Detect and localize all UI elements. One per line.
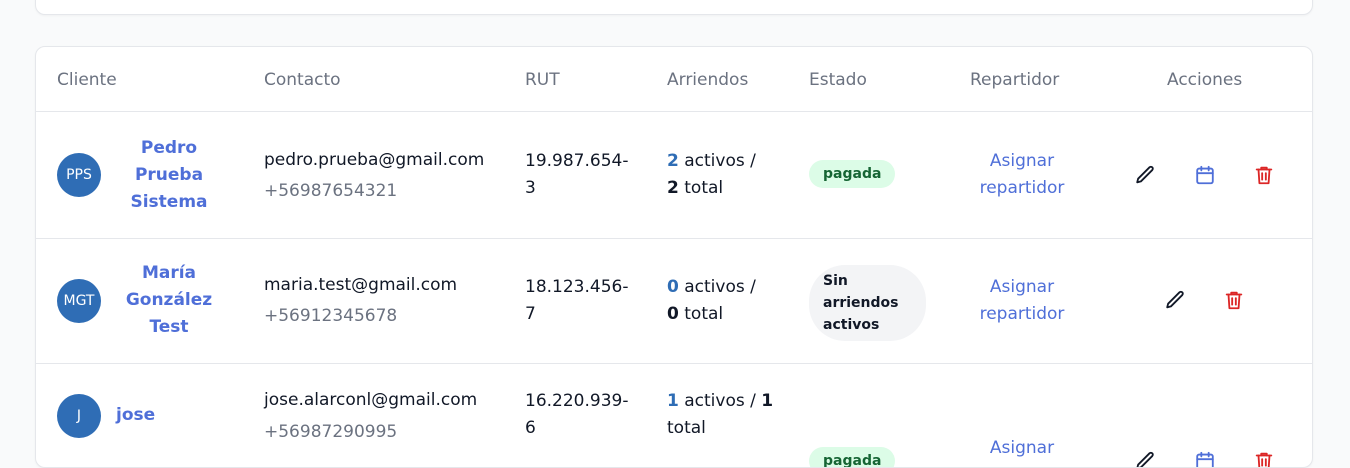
table-row: J jose jose.alarconl@gmail.com +56987290… bbox=[36, 364, 1312, 467]
header-cliente: Cliente bbox=[57, 70, 117, 90]
clients-table: Cliente Contacto RUT Arriendos Estado Re… bbox=[35, 46, 1313, 468]
assign-line: repartidor bbox=[966, 462, 1078, 467]
table-row: PPS Pedro Prueba Sistema pedro.prueba@gm… bbox=[36, 112, 1312, 239]
assign-repartidor-link[interactable]: Asignar repartidor bbox=[966, 274, 1078, 328]
rut-value: 19.987.654- 3 bbox=[525, 148, 635, 202]
assign-line: Asignar bbox=[989, 151, 1055, 171]
edit-icon[interactable] bbox=[1164, 289, 1186, 311]
active-count: 2 bbox=[667, 151, 679, 171]
total-label: total bbox=[684, 178, 724, 198]
total-label: total bbox=[684, 304, 724, 324]
top-card bbox=[35, 0, 1313, 15]
rut-value: 18.123.456- 7 bbox=[525, 274, 635, 328]
rut-line: 16.220.939- bbox=[525, 391, 629, 411]
calendar-icon[interactable] bbox=[1194, 450, 1216, 467]
client-name-line: María bbox=[141, 263, 197, 283]
assign-line: repartidor bbox=[979, 178, 1065, 198]
trash-icon[interactable] bbox=[1253, 164, 1275, 186]
table-header: Cliente Contacto RUT Arriendos Estado Re… bbox=[36, 47, 1312, 112]
contact-phone: +56912345678 bbox=[264, 306, 398, 326]
contact-email: pedro.prueba@gmail.com bbox=[264, 150, 485, 170]
status-badge: pagada bbox=[809, 160, 896, 188]
arriendos-summary: 0 activos / 0 total bbox=[667, 274, 777, 328]
assign-line: Asignar bbox=[989, 277, 1055, 297]
contact-email: maria.test@gmail.com bbox=[264, 275, 458, 295]
status-line: arriendos bbox=[823, 295, 899, 311]
active-count: 0 bbox=[667, 277, 679, 297]
client-name-link[interactable]: María González Test bbox=[116, 260, 222, 341]
active-label: activos / bbox=[684, 277, 756, 297]
header-repartidor: Repartidor bbox=[970, 70, 1060, 90]
arriendos-summary: 1 activos / 1 total bbox=[667, 388, 777, 442]
rut-line: 18.123.456- bbox=[525, 277, 629, 297]
assign-repartidor-link[interactable]: Asignar repartidor bbox=[966, 435, 1078, 467]
status-badge: pagada bbox=[809, 447, 896, 467]
assign-repartidor-link[interactable]: Asignar repartidor bbox=[966, 148, 1078, 202]
total-count: 1 bbox=[761, 391, 774, 411]
client-name-line: González bbox=[125, 290, 213, 310]
contact-email: jose.alarconl@gmail.com bbox=[264, 390, 478, 410]
trash-icon[interactable] bbox=[1253, 450, 1275, 467]
contact-phone: +56987654321 bbox=[264, 181, 398, 201]
rut-line: 6 bbox=[525, 418, 536, 438]
header-rut: RUT bbox=[525, 70, 560, 90]
header-contacto: Contacto bbox=[264, 70, 341, 90]
avatar: MGT bbox=[57, 279, 101, 323]
active-count: 1 bbox=[667, 391, 679, 411]
active-label: activos / bbox=[684, 391, 756, 411]
contact-phone: +56987290995 bbox=[264, 422, 398, 442]
calendar-icon[interactable] bbox=[1194, 164, 1216, 186]
client-name-line: Test bbox=[149, 317, 189, 337]
assign-line: Asignar bbox=[989, 438, 1055, 458]
total-count: 2 bbox=[667, 178, 679, 198]
header-estado: Estado bbox=[809, 70, 867, 90]
status-line: activos bbox=[823, 317, 880, 333]
status-badge: Sin arriendos activos bbox=[809, 265, 926, 341]
total-count: 0 bbox=[667, 304, 679, 324]
active-label: activos / bbox=[684, 151, 756, 171]
client-name-line: Sistema bbox=[130, 192, 208, 212]
client-name-link[interactable]: Pedro Prueba Sistema bbox=[116, 135, 222, 216]
avatar: PPS bbox=[57, 153, 101, 197]
client-name-link[interactable]: jose bbox=[116, 402, 155, 429]
edit-icon[interactable] bbox=[1134, 164, 1156, 186]
rut-line: 19.987.654- bbox=[525, 151, 629, 171]
status-line: Sin bbox=[823, 273, 848, 289]
table-row: MGT María González Test maria.test@gmail… bbox=[36, 238, 1312, 364]
header-acciones: Acciones bbox=[1167, 70, 1243, 90]
edit-icon[interactable] bbox=[1134, 450, 1156, 467]
rut-line: 3 bbox=[525, 178, 536, 198]
assign-line: repartidor bbox=[979, 304, 1065, 324]
rut-value: 16.220.939- 6 bbox=[525, 388, 635, 442]
arriendos-summary: 2 activos / 2 total bbox=[667, 148, 777, 202]
total-label: total bbox=[667, 418, 706, 438]
rut-line: 7 bbox=[525, 304, 536, 324]
trash-icon[interactable] bbox=[1223, 289, 1245, 311]
client-name-line: Prueba bbox=[134, 165, 204, 185]
client-name-line: Pedro bbox=[140, 138, 198, 158]
avatar: J bbox=[57, 394, 101, 438]
header-arriendos: Arriendos bbox=[667, 70, 749, 90]
